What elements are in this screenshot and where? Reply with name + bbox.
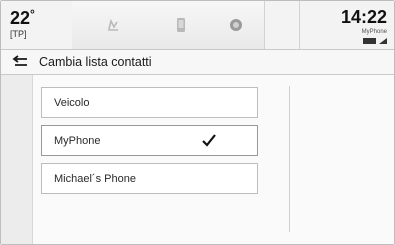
clock-time: 14:22 [340,7,387,27]
right-pane [290,75,394,244]
page-title: Cambia lista contatti [39,55,152,69]
temperature-display[interactable]: 22° [TP] [1,1,73,49]
settings-icon [230,19,242,31]
music-icon [108,18,118,31]
temperature-zone-label: [TP] [10,29,27,39]
tab-settings[interactable] [208,1,265,49]
page-header: Cambia lista contatti [1,50,394,75]
back-button[interactable] [9,53,31,71]
battery-icon [363,38,376,44]
temperature-value: 22 [10,8,31,28]
degree-symbol: ° [30,7,35,21]
tab-audio[interactable] [72,1,155,49]
status-icons [363,38,387,44]
tab-phone[interactable] [154,1,209,49]
list-item-label: Michael´s Phone [54,173,136,185]
connected-device-name: MyPhone [361,29,387,35]
status-bar: 22° [TP] 14:22 MyPhone [1,1,394,50]
list-item-label: MyPhone [54,135,101,147]
infotainment-screen: 22° [TP] 14:22 MyPhone Cambia lista cont… [0,0,395,245]
clock-area: 14:22 MyPhone [299,1,395,49]
signal-icon [379,38,387,44]
contact-list-item-myphone[interactable]: MyPhone [41,125,258,156]
checkmark-icon [202,134,216,147]
side-strip [1,75,33,244]
list-item-label: Veicolo [54,97,90,109]
contact-list-item-veicolo[interactable]: Veicolo [41,87,258,118]
phone-icon [177,18,185,32]
back-arrow-icon [12,55,27,66]
contact-list-item-michaels-phone[interactable]: Michael´s Phone [41,163,258,194]
